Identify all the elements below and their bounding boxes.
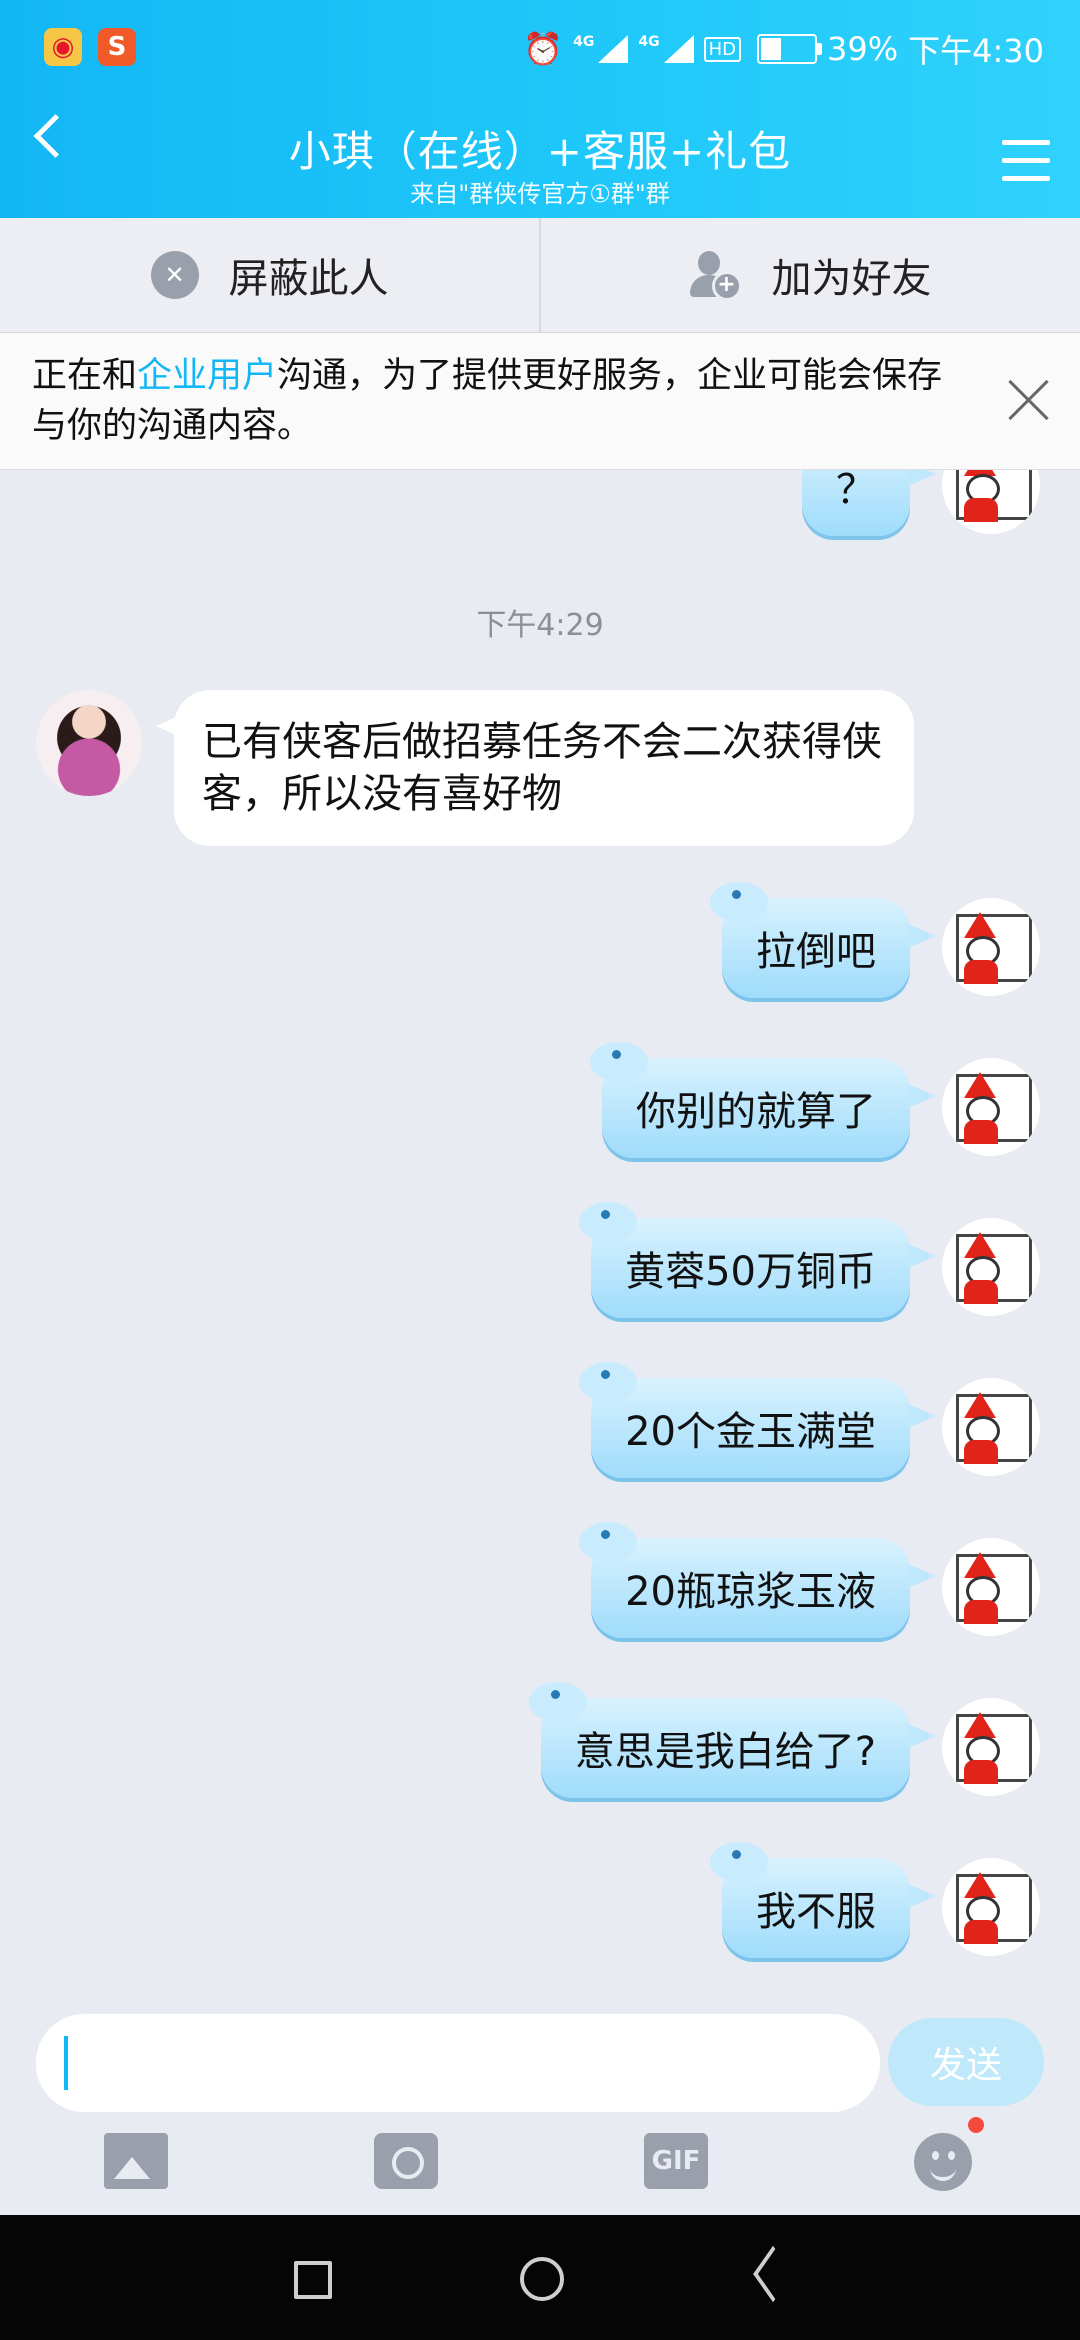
emoji-icon[interactable] <box>914 2117 984 2191</box>
enterprise-notice: 正在和企业用户沟通，为了提供更好服务，企业可能会保存与你的沟通内容。 <box>0 333 1080 470</box>
alarm-icon: ⏰ <box>523 30 564 68</box>
my-avatar[interactable] <box>942 1538 1040 1636</box>
close-notice-icon[interactable] <box>1006 377 1052 423</box>
system-nav-bar <box>0 2215 1080 2340</box>
sent-bubble[interactable]: 20个金玉满堂 <box>579 1362 936 1478</box>
received-bubble[interactable]: 已有侠客后做招募任务不会二次获得侠客，所以没有喜好物 <box>156 690 914 846</box>
notification-icons: ◉ S <box>44 28 136 66</box>
new-badge <box>968 2117 984 2133</box>
my-avatar[interactable] <box>942 898 1040 996</box>
sent-bubble[interactable]: 拉倒吧 <box>710 882 936 998</box>
sent-bubble[interactable]: 黄蓉50万铜币 <box>579 1202 936 1318</box>
my-avatar[interactable] <box>942 1218 1040 1316</box>
battery-percent: 39% <box>827 30 899 68</box>
battery-fill <box>761 38 781 60</box>
add-friend-button[interactable]: + 加为好友 <box>539 218 1080 332</box>
back-nav-button[interactable] <box>748 2253 788 2297</box>
my-avatar[interactable] <box>942 1698 1040 1796</box>
chat-subtitle: 来自"群侠传官方①群"群 <box>410 180 670 208</box>
status-bar: ⏰ 4G 4G HD 39% 下午4:30 <box>523 26 1044 72</box>
app-s-icon: S <box>98 28 136 66</box>
text-caret <box>64 2036 68 2090</box>
my-avatar[interactable] <box>942 470 1040 534</box>
gif-icon[interactable]: GIF <box>644 2133 708 2189</box>
recents-button[interactable] <box>294 2261 332 2299</box>
contact-avatar[interactable] <box>36 690 142 796</box>
action-bar: ✕ 屏蔽此人 + 加为好友 <box>0 218 1080 333</box>
message-input[interactable] <box>36 2014 880 2112</box>
signal-icon-2: 4G <box>638 35 694 63</box>
message-timestamp: 下午4:29 <box>476 608 604 643</box>
send-button[interactable]: 发送 <box>888 2018 1044 2106</box>
sent-bubble[interactable]: 你别的就算了 <box>590 1042 936 1158</box>
camera-icon[interactable] <box>374 2133 438 2189</box>
my-avatar[interactable] <box>942 1858 1040 1956</box>
signal-icon-1: 4G <box>573 35 629 63</box>
home-button[interactable] <box>520 2257 564 2301</box>
add-user-icon: + <box>689 249 742 301</box>
battery-icon <box>757 34 822 64</box>
my-avatar[interactable] <box>942 1378 1040 1476</box>
hd-icon: HD <box>703 36 741 62</box>
status-time: 下午4:30 <box>908 32 1044 70</box>
my-avatar[interactable] <box>942 1058 1040 1156</box>
signal-bars-icon <box>663 35 694 63</box>
chat-area[interactable]: ？ 下午4:29 已有侠客后做招募任务不会二次获得侠客，所以没有喜好物 拉倒吧 … <box>0 470 1080 2000</box>
weibo-icon: ◉ <box>44 28 82 66</box>
input-bar: 发送 GIF <box>0 2000 1080 2215</box>
block-label: 屏蔽此人 <box>228 256 389 302</box>
sent-bubble[interactable]: 意思是我白给了? <box>528 1682 936 1798</box>
chat-title: 小琪（在线）+客服+礼包 <box>288 127 792 176</box>
menu-button[interactable] <box>1002 140 1050 194</box>
sent-bubble[interactable]: 20瓶琼浆玉液 <box>579 1522 936 1638</box>
notice-text: 正在和企业用户沟通，为了提供更好服务，企业可能会保存与你的沟通内容。 <box>32 356 943 446</box>
enterprise-user-link[interactable]: 企业用户 <box>137 356 277 396</box>
block-user-button[interactable]: ✕ 屏蔽此人 <box>0 218 539 332</box>
block-icon: ✕ <box>150 251 199 299</box>
add-friend-label: 加为好友 <box>771 256 932 302</box>
image-icon[interactable] <box>104 2133 168 2189</box>
input-toolbar: GIF <box>0 2117 1080 2215</box>
title-bar: ◉ S ⏰ 4G 4G HD 39% 下午4:30 小琪（在线）+客服+礼包 来… <box>0 0 1080 218</box>
signal-bars-icon <box>598 35 629 63</box>
sent-bubble[interactable]: ？ <box>802 470 936 536</box>
sent-bubble[interactable]: 我不服 <box>710 1842 936 1958</box>
